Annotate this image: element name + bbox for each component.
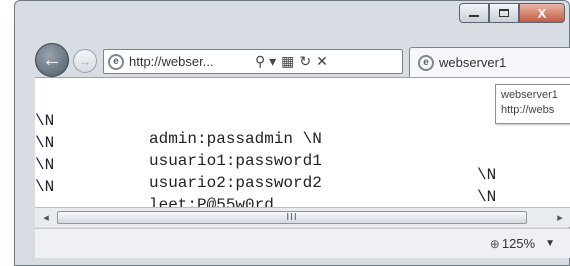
compatibility-view-icon[interactable]: ▦ xyxy=(281,53,294,70)
url-text[interactable]: http://webser... xyxy=(129,54,251,69)
refresh-icon[interactable]: ↻ xyxy=(299,53,311,70)
tab-favicon-icon: e xyxy=(418,54,434,71)
arrow-left-icon: ← xyxy=(42,48,62,71)
forward-button[interactable]: → xyxy=(73,49,97,73)
minimize-icon xyxy=(469,15,479,17)
maximize-button[interactable] xyxy=(489,3,519,23)
address-bar[interactable]: e http://webser... ⚲ ▾ ▦ ↻ ✕ xyxy=(103,49,403,74)
caption-buttons: X xyxy=(459,3,565,23)
tab-tooltip: webserver1 http://webs xyxy=(495,84,570,124)
site-favicon-icon: e xyxy=(108,53,124,70)
status-bar: ⊕ 125% ▼ xyxy=(35,228,570,258)
content-row: \N leet:P@55w0rd \N \N xyxy=(35,160,274,207)
minimize-button[interactable] xyxy=(459,3,489,23)
address-controls: ⚲ ▾ ▦ ↻ ✕ xyxy=(255,53,333,70)
tab-label: webserver1 xyxy=(439,55,507,70)
browser-window: X ← → e http://webser... ⚲ ▾ ▦ ↻ ✕ e web… xyxy=(14,0,570,266)
maximize-icon xyxy=(499,9,509,17)
back-button[interactable]: ← xyxy=(35,43,69,77)
content-row: \N admin:passadmin \N \N xyxy=(35,94,496,184)
cell: admin:passadmin \N xyxy=(149,130,322,148)
cell: \N xyxy=(35,178,55,196)
arrow-right-icon: → xyxy=(78,53,92,69)
cell: \N xyxy=(477,188,497,206)
tooltip-title: webserver1 xyxy=(501,89,558,101)
tab-webserver1[interactable]: e webserver1 xyxy=(409,47,570,77)
scroll-left-icon[interactable]: ◂ xyxy=(39,211,53,224)
content-row: \N usuario2:password2 \N xyxy=(35,138,322,192)
tooltip-url: http://webs xyxy=(501,104,555,116)
cell: leet:P@55w0rd xyxy=(149,196,274,207)
stop-icon[interactable]: ✕ xyxy=(316,53,328,70)
zoom-level: 125% xyxy=(501,236,536,251)
search-dropdown-icon[interactable]: ⚲ ▾ xyxy=(255,53,276,70)
close-button[interactable]: X xyxy=(519,3,565,23)
chevron-down-icon[interactable]: ▼ xyxy=(545,238,555,249)
cell: usuario1:password1 xyxy=(149,152,322,170)
navigation-bar: ← → e http://webser... ⚲ ▾ ▦ ↻ ✕ e webse… xyxy=(35,41,570,77)
zoom-icon: ⊕ xyxy=(489,236,500,251)
grip-icon: III xyxy=(286,212,298,223)
horizontal-scrollbar[interactable]: ◂ III ▸ xyxy=(35,207,570,227)
scroll-thumb[interactable]: III xyxy=(57,211,527,224)
cell: usuario2:password2 xyxy=(149,174,322,192)
cell: \N xyxy=(477,166,497,184)
scroll-right-icon[interactable]: ▸ xyxy=(553,211,567,224)
content-row: \N usuario1:password1 \N xyxy=(35,116,496,206)
close-icon: X xyxy=(537,5,547,21)
zoom-control[interactable]: ⊕ 125% ▼ xyxy=(490,236,555,251)
page-content: \N admin:passadmin \N \N \N usuario1:pas… xyxy=(35,77,570,207)
